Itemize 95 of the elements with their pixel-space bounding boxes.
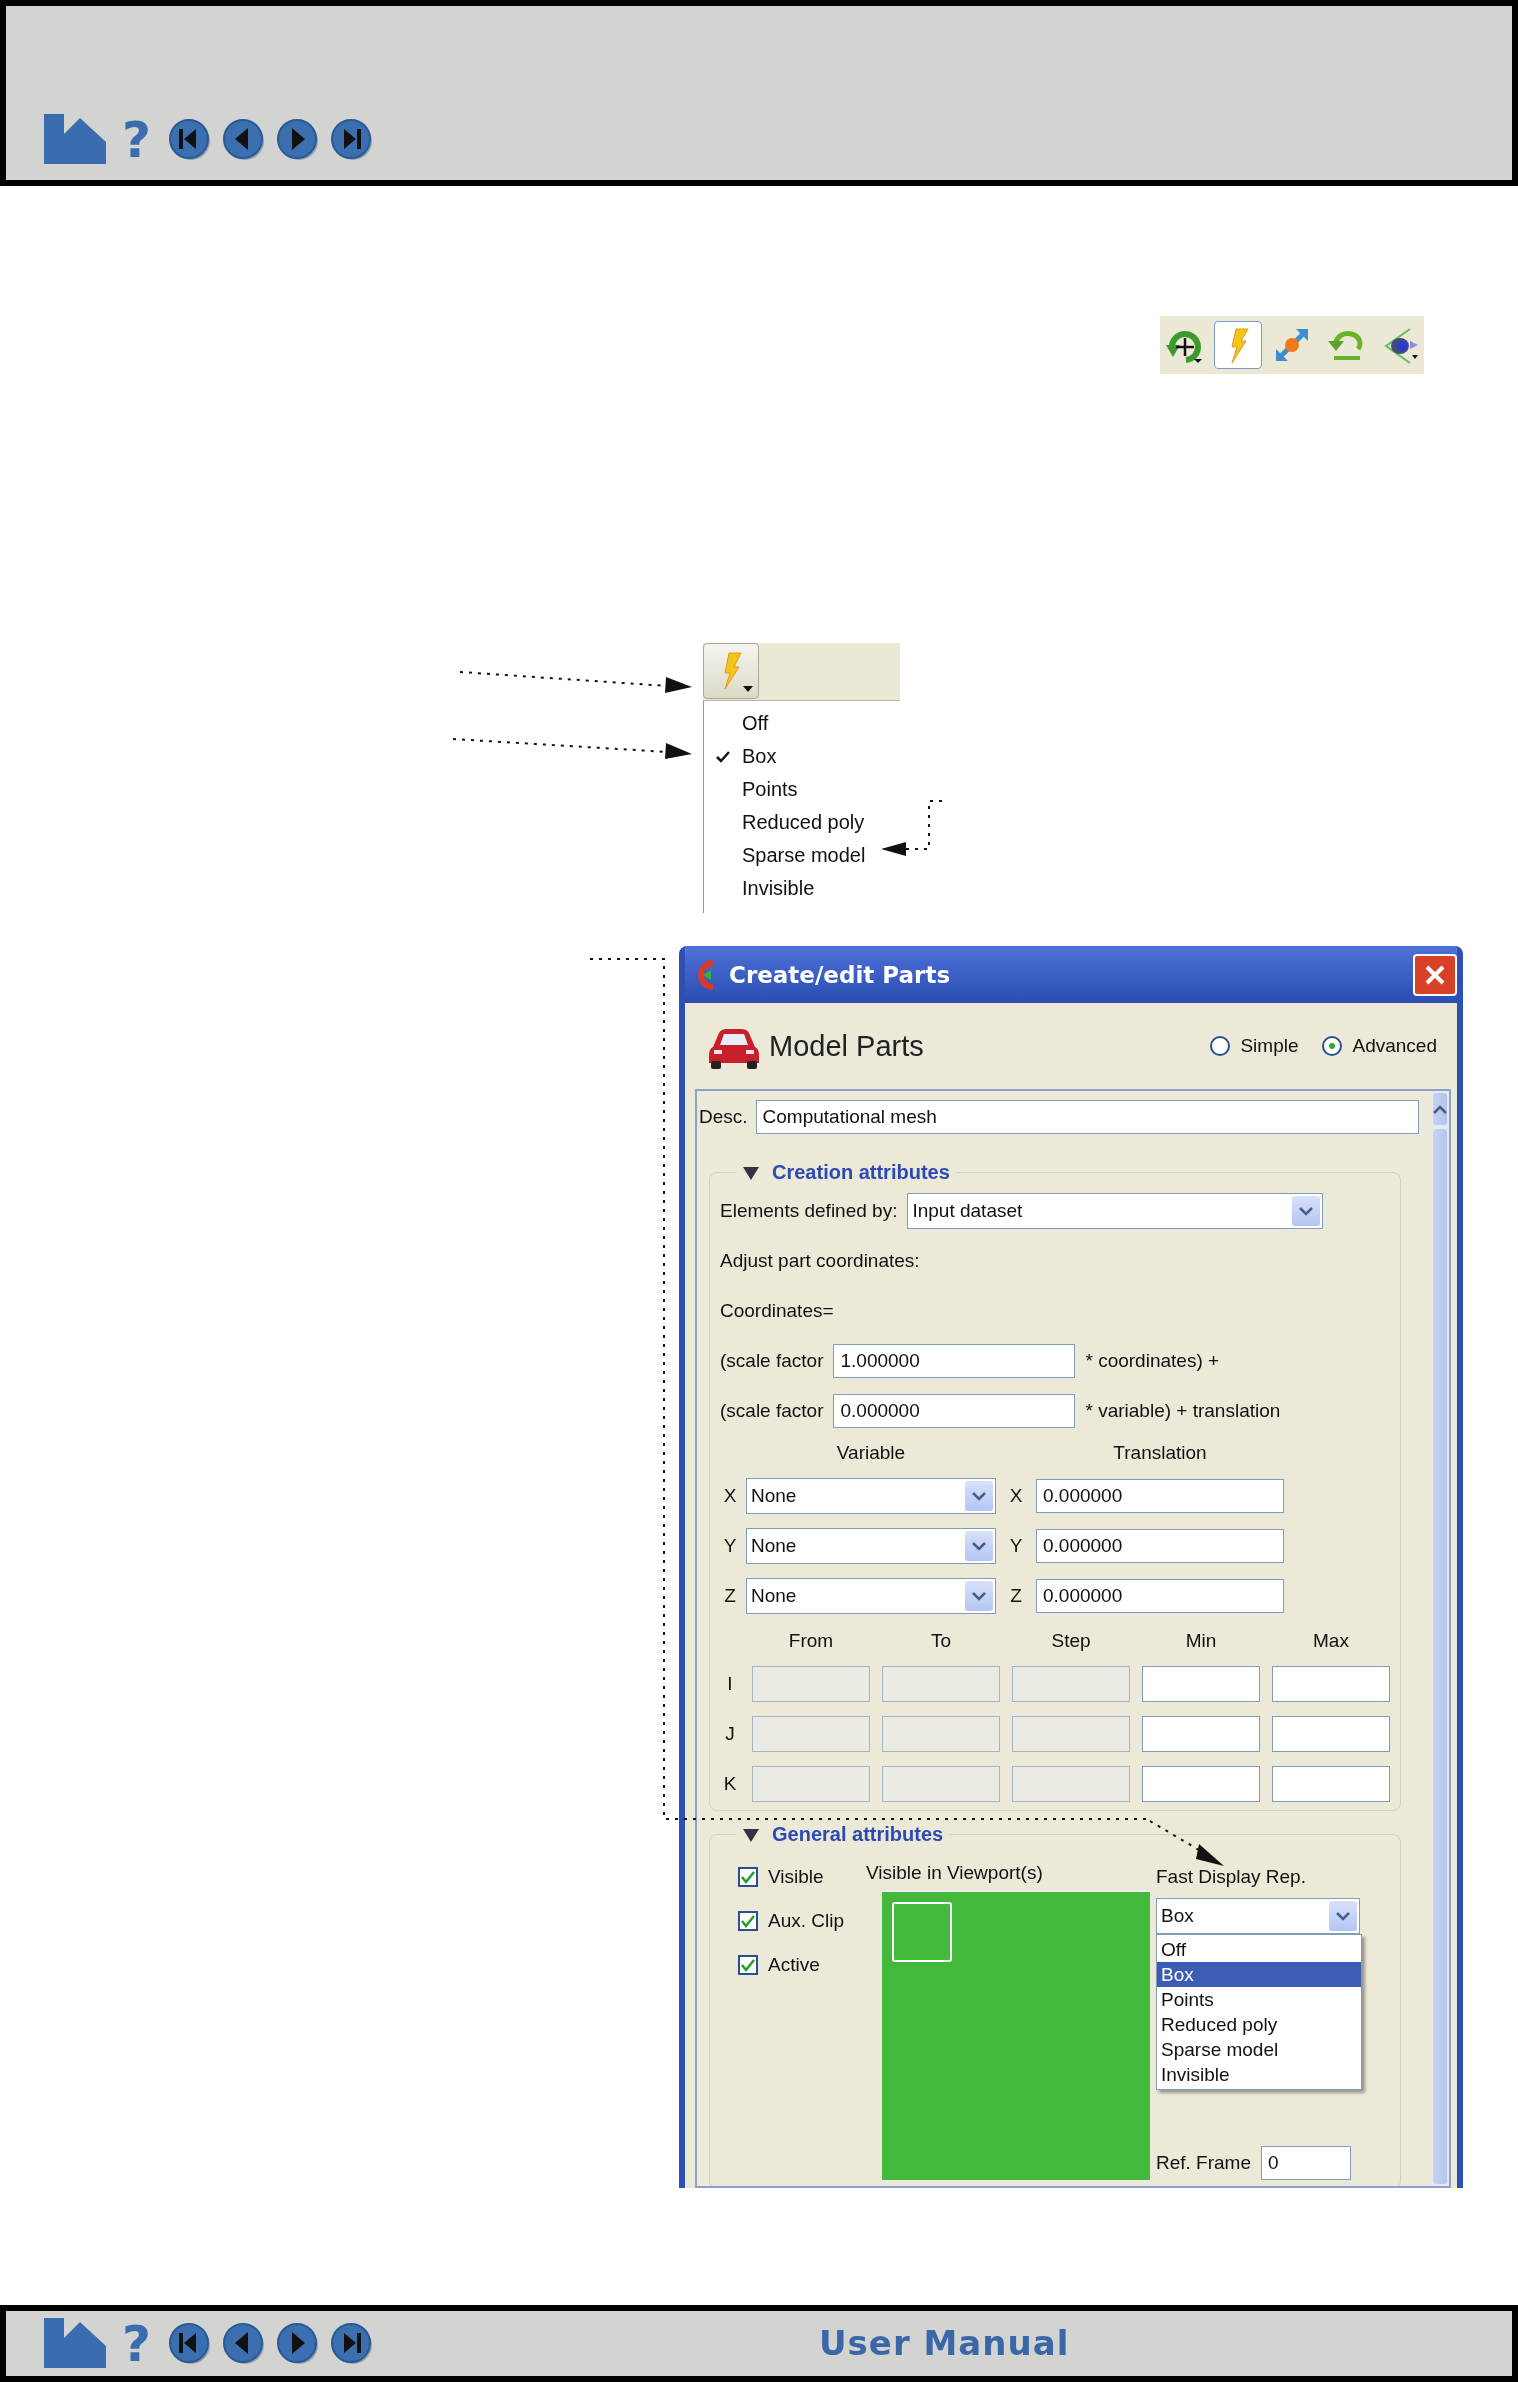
field-label: X — [722, 1485, 738, 1507]
variable-dropdown[interactable]: None — [746, 1578, 996, 1614]
field-label: Z — [1009, 1585, 1023, 1607]
chevron-down-icon — [972, 1591, 986, 1601]
manual-title: User Manual — [819, 2323, 1070, 2363]
help-button[interactable]: ? — [122, 2317, 151, 2370]
variable-dropdown[interactable]: None — [746, 1528, 996, 1564]
field-label: Y — [1008, 1535, 1024, 1557]
elements-dropdown[interactable]: Input dataset — [907, 1193, 1324, 1229]
checkmark-icon — [716, 750, 730, 763]
dropdown-option[interactable]: Reduced poly — [1157, 2012, 1361, 2037]
field-label: Adjust part coordinates: — [720, 1250, 920, 1272]
first-page-icon[interactable] — [169, 2320, 213, 2367]
last-page-icon[interactable] — [331, 117, 375, 163]
range-field[interactable] — [1272, 1716, 1390, 1752]
ref-frame-field[interactable]: 0 — [1261, 2146, 1352, 2180]
field-label: Elements defined by: — [720, 1200, 898, 1222]
field-label: J — [724, 1723, 736, 1745]
chevron-down-icon — [1299, 1206, 1314, 1216]
field-label: Ref. Frame — [1156, 2152, 1252, 2174]
window-title: Create/edit Parts — [729, 961, 951, 988]
column-header: From — [787, 1630, 835, 1652]
range-field[interactable] — [1142, 1766, 1260, 1802]
menu-item[interactable]: Invisible — [704, 872, 900, 905]
translation-field[interactable]: 0.000000 — [1036, 1529, 1284, 1563]
dropdown-option[interactable]: Sparse model — [1157, 2037, 1361, 2062]
previous-page-icon[interactable] — [223, 2320, 267, 2367]
caret-icon — [743, 686, 753, 692]
column-header: To — [929, 1630, 953, 1652]
checkmark-icon — [740, 1914, 756, 1928]
dropdown-option[interactable]: Box — [1157, 1962, 1361, 1987]
variable-dropdown[interactable]: None — [746, 1478, 996, 1514]
dropdown-option[interactable]: Off — [1157, 1937, 1361, 1962]
checkbox[interactable]: Visible — [738, 1862, 866, 1892]
scroll-up-button[interactable] — [1433, 1093, 1447, 1125]
range-field[interactable] — [1272, 1766, 1390, 1802]
column-header: Min — [1184, 1630, 1218, 1652]
field-label: Z — [723, 1585, 737, 1607]
field-label: K — [722, 1773, 738, 1795]
range-field[interactable] — [1142, 1666, 1260, 1702]
translation-field[interactable]: 0.000000 — [1036, 1479, 1284, 1513]
menu-item[interactable]: Points — [704, 773, 900, 806]
field-label: Y — [722, 1535, 738, 1557]
section-title[interactable]: Creation attributes — [772, 1161, 950, 1184]
field-label: (scale factor — [720, 1350, 824, 1372]
menu-item[interactable]: Box — [704, 740, 900, 773]
checkbox[interactable]: Active — [738, 1950, 866, 1980]
close-icon — [1424, 963, 1446, 986]
range-field[interactable] — [1272, 1666, 1390, 1702]
collapse-triangle-icon[interactable] — [742, 1164, 760, 1181]
column-header: Max — [1312, 1630, 1350, 1652]
dropdown-option[interactable]: Points — [1157, 1987, 1361, 2012]
next-page-icon[interactable] — [277, 2320, 321, 2367]
radio-button[interactable]: Advanced — [1322, 1035, 1437, 1057]
field-label: * coordinates) + — [1085, 1350, 1220, 1372]
field-label: Coordinates= — [720, 1300, 834, 1322]
menu-item[interactable]: Sparse model — [704, 839, 900, 872]
scale-factor-field[interactable]: 1.000000 — [833, 1344, 1076, 1378]
viewport-frame[interactable] — [892, 1902, 952, 1962]
collapse-triangle-icon[interactable] — [742, 1826, 760, 1843]
field-label: Visible in Viewport(s) — [866, 1862, 1044, 1884]
previous-page-icon[interactable] — [223, 117, 267, 163]
chevron-down-icon — [972, 1491, 986, 1501]
checkbox[interactable]: Aux. Clip — [738, 1906, 866, 1936]
range-field[interactable] — [1142, 1716, 1260, 1752]
field-label: (scale factor — [720, 1400, 824, 1422]
scale-factor-field[interactable]: 0.000000 — [833, 1394, 1076, 1428]
field-label: Desc. — [699, 1106, 748, 1128]
checkmark-icon — [740, 1958, 756, 1972]
translation-field[interactable]: 0.000000 — [1036, 1579, 1284, 1613]
field-label: I — [726, 1673, 734, 1695]
column-header: Variable — [835, 1442, 907, 1464]
section-title[interactable]: General attributes — [772, 1823, 944, 1846]
chevron-down-icon — [972, 1541, 986, 1551]
dropdown-option[interactable]: Invisible — [1157, 2062, 1361, 2087]
menu-item[interactable]: Off — [704, 707, 900, 740]
column-header: Translation — [1112, 1442, 1208, 1464]
close-button[interactable] — [1413, 953, 1457, 996]
leader-arrow — [881, 800, 943, 856]
description-field[interactable]: Computational mesh — [755, 1100, 1419, 1134]
next-page-icon[interactable] — [277, 117, 321, 163]
field-label: * variable) + translation — [1085, 1400, 1281, 1422]
first-page-icon[interactable] — [169, 117, 213, 163]
field-label: Fast Display Rep. — [1156, 1865, 1307, 1889]
fast-display-button[interactable] — [703, 643, 759, 699]
menu-item[interactable]: Reduced poly — [704, 806, 900, 839]
dialog-heading: Model Parts — [769, 1029, 924, 1063]
chevron-up-icon — [1433, 1104, 1447, 1114]
last-page-icon[interactable] — [331, 2320, 375, 2367]
radio-button[interactable]: Simple — [1210, 1035, 1299, 1057]
help-button[interactable]: ? — [122, 114, 151, 166]
chevron-down-icon — [1336, 1911, 1350, 1921]
column-header: Step — [1050, 1630, 1092, 1652]
field-label: X — [1008, 1485, 1024, 1507]
checkmark-icon — [740, 1870, 756, 1884]
